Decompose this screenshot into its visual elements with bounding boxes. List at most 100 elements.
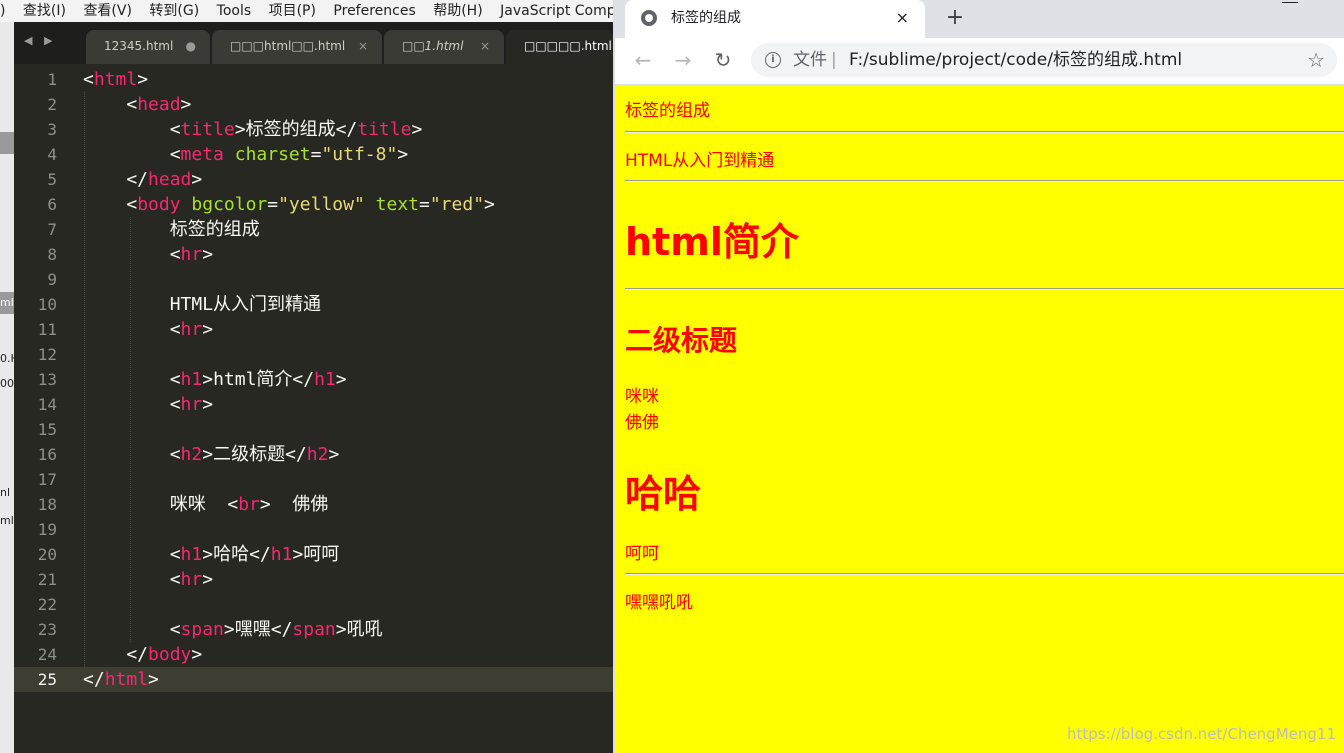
- page-heading-h2: 二级标题: [625, 324, 738, 357]
- page-text: HTML从入门到精通: [625, 151, 775, 171]
- line-number: 3: [47, 120, 57, 139]
- strip-text: nl: [0, 486, 11, 499]
- code-line: <hr>: [83, 319, 214, 340]
- tab-label: 12345.html: [104, 39, 174, 53]
- page-text: 佛佛: [625, 413, 659, 433]
- watermark: https://blog.csdn.net/ChengMeng11: [1067, 725, 1336, 743]
- tab-close-icon[interactable]: ×: [480, 30, 490, 62]
- menu-partial[interactable]: ): [0, 0, 12, 22]
- menu-find[interactable]: 查找(I): [17, 0, 73, 22]
- page-text: 嘿嘿吼吼: [625, 593, 693, 613]
- line-number: 8: [47, 245, 57, 264]
- code-line: 咪咪 <br> 佛佛: [83, 494, 329, 515]
- code-line: <body bgcolor="yellow" text="red">: [83, 194, 495, 215]
- browser-window: 标签的组成 × + ← → ↻ i 文件 | F:/sublime/projec…: [613, 0, 1344, 753]
- line-number-current: 25: [14, 667, 77, 692]
- menu-project[interactable]: 项目(P): [263, 0, 323, 22]
- strip-text: ml: [0, 296, 14, 309]
- editor-tab[interactable]: □□1.html ×: [384, 30, 504, 64]
- horizontal-rule: [625, 573, 1344, 575]
- line-number: 14: [37, 395, 57, 414]
- page-viewport: 标签的组成 HTML从入门到精通 html简介 二级标题 咪咪 佛佛 哈哈 呵呵…: [615, 85, 1344, 753]
- line-number: 11: [37, 320, 57, 339]
- tab-close-icon[interactable]: ×: [896, 0, 909, 36]
- editor-tabbar: ◀ ▶ 12345.html ● □□□html□□.html × □□1.ht…: [14, 22, 613, 64]
- line-number: 4: [47, 145, 57, 164]
- info-icon[interactable]: i: [765, 52, 781, 68]
- line-number: 24: [37, 645, 57, 664]
- editor-tab[interactable]: □□□html□□.html ×: [212, 30, 382, 64]
- line-number: 16: [37, 445, 57, 464]
- code-line: <meta charset="utf-8">: [83, 144, 409, 165]
- code-line: <title>标签的组成</title>: [83, 119, 423, 140]
- line-number: 15: [37, 420, 57, 439]
- browser-toolbar: ← → ↻ i 文件 | F:/sublime/project/code/标签的…: [615, 38, 1344, 85]
- menu-help[interactable]: 帮助(H): [427, 0, 489, 22]
- tab-modified-dot-icon[interactable]: ●: [186, 30, 196, 62]
- page-text: 咪咪: [625, 387, 659, 407]
- code-line: <h1>html简介</h1>: [83, 369, 347, 390]
- strip-text: ml: [0, 514, 14, 527]
- tab-label: □□□□□.html: [524, 39, 612, 53]
- line-number: 22: [37, 595, 57, 614]
- line-number: 1: [47, 70, 57, 89]
- code-line: </body>: [83, 644, 203, 665]
- code-line: HTML从入门到精通: [83, 294, 322, 315]
- horizontal-rule: [625, 180, 1344, 182]
- tab-label: □□1.html: [402, 39, 464, 53]
- browser-tab-title: 标签的组成: [671, 10, 741, 26]
- tab-prev-arrow-icon[interactable]: ◀: [24, 34, 32, 47]
- editor-tab[interactable]: 12345.html ●: [86, 30, 210, 64]
- code-line: </head>: [83, 169, 203, 190]
- reload-button[interactable]: ↻: [709, 46, 737, 74]
- tab-next-arrow-icon[interactable]: ▶: [44, 34, 52, 47]
- page-heading-h1: html简介: [625, 220, 799, 264]
- code-line: <h1>哈哈</h1>呵呵: [83, 544, 340, 565]
- menu-goto[interactable]: 转到(G): [143, 0, 206, 22]
- code-line: <head>: [83, 94, 192, 115]
- browser-tab[interactable]: 标签的组成 ×: [625, 0, 925, 38]
- line-number: 17: [37, 470, 57, 489]
- editor-tab-active[interactable]: □□□□□.html: [506, 30, 613, 64]
- tab-label: □□□html□□.html: [230, 39, 346, 53]
- line-number: 9: [47, 270, 57, 289]
- menu-view[interactable]: 查看(V): [77, 0, 139, 22]
- globe-icon: [641, 10, 657, 26]
- line-number: 6: [47, 195, 57, 214]
- sublime-editor: ) 查找(I) 查看(V) 转到(G) Tools 项目(P) Preferen…: [0, 0, 613, 753]
- horizontal-rule: [625, 288, 1344, 290]
- line-number: 18: [37, 495, 57, 514]
- strip-bar: [0, 132, 14, 154]
- code-line: <html>: [83, 69, 149, 90]
- page-heading-h1: 哈哈: [625, 472, 702, 516]
- editor-menubar: ) 查找(I) 查看(V) 转到(G) Tools 项目(P) Preferen…: [0, 0, 613, 23]
- line-number: 21: [37, 570, 57, 589]
- menu-tools[interactable]: Tools: [211, 0, 259, 22]
- code-line: <hr>: [83, 244, 214, 265]
- minimize-icon[interactable]: [1282, 2, 1298, 3]
- menu-preferences[interactable]: Preferences: [327, 0, 422, 22]
- line-number: 7: [47, 220, 57, 239]
- code-line: <span>嘿嘿</span>吼吼: [83, 619, 383, 640]
- new-tab-button[interactable]: +: [941, 4, 969, 32]
- line-number: 23: [37, 620, 57, 639]
- scheme-label: 文件: [793, 50, 827, 70]
- forward-button[interactable]: →: [669, 46, 697, 74]
- browser-tabstrip: 标签的组成 × +: [615, 0, 1344, 38]
- line-number: 12: [37, 345, 57, 364]
- strip-text: 0.H: [0, 352, 14, 365]
- horizontal-rule: [625, 131, 1344, 133]
- back-button[interactable]: ←: [629, 46, 657, 74]
- scheme-separator: |: [831, 50, 837, 70]
- menu-javascript[interactable]: JavaScript Comp: [494, 0, 613, 22]
- line-number: 20: [37, 545, 57, 564]
- tab-close-icon[interactable]: ×: [358, 30, 368, 62]
- line-number: 5: [47, 170, 57, 189]
- page-text: 标签的组成: [625, 101, 710, 121]
- bookmark-star-icon[interactable]: ☆: [1307, 43, 1325, 77]
- address-bar[interactable]: i 文件 | F:/sublime/project/code/标签的组成.htm…: [751, 43, 1337, 77]
- code-line: <hr>: [83, 394, 214, 415]
- strip-text: 00: [0, 377, 14, 390]
- url-text[interactable]: F:/sublime/project/code/标签的组成.html: [849, 43, 1182, 77]
- code-line: <h2>二级标题</h2>: [83, 444, 340, 465]
